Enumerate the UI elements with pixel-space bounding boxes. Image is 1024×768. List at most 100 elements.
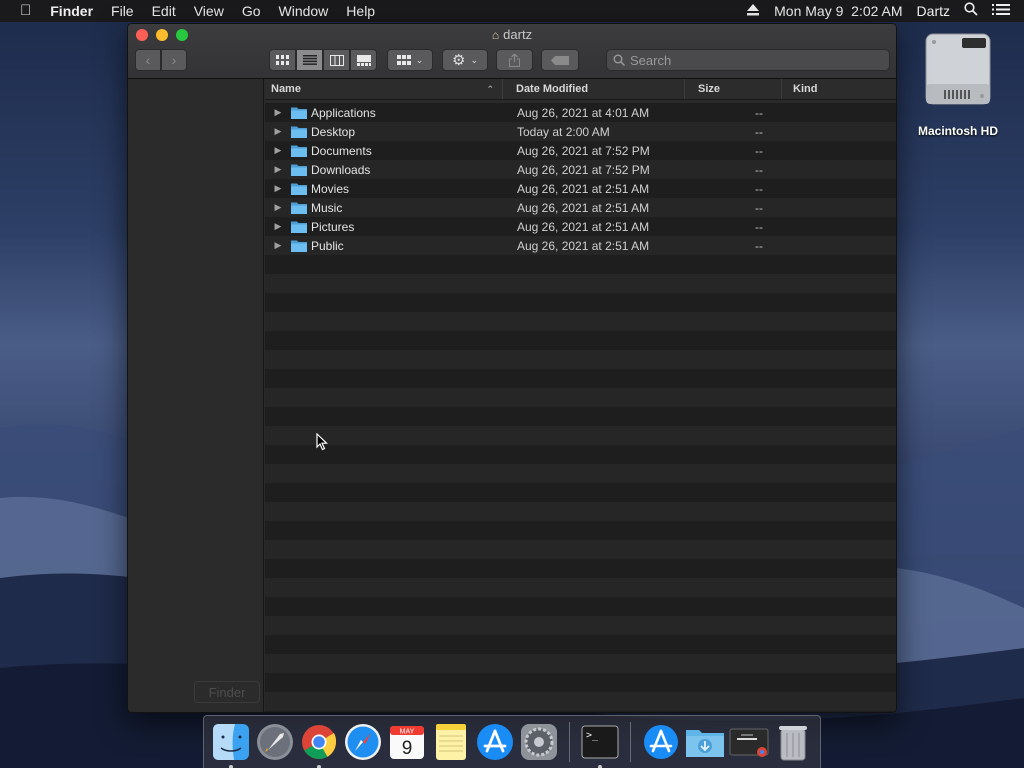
row-size: -- [755, 124, 763, 139]
search-field[interactable]: Search [606, 49, 890, 71]
row-name: Music [311, 200, 343, 215]
search-icon[interactable] [957, 0, 985, 22]
dock-chrome[interactable] [299, 722, 339, 768]
calendar-day: 9 [402, 738, 413, 759]
gallery-view-button[interactable] [350, 49, 377, 71]
table-row[interactable]: ▶ Public Aug 26, 2021 at 2:51 AM -- [265, 236, 896, 255]
menu-window[interactable]: Window [270, 0, 338, 22]
disclosure-triangle-icon[interactable]: ▶ [265, 107, 291, 118]
dock-chrome-window[interactable] [729, 722, 769, 762]
dock-safari[interactable] [343, 722, 383, 762]
table-row[interactable]: ▶ Music Aug 26, 2021 at 2:51 AM -- [265, 198, 896, 217]
row-name: Desktop [311, 124, 356, 139]
folder-icon [291, 221, 307, 233]
dock-app-store[interactable] [475, 722, 515, 762]
row-name: Downloads [311, 162, 371, 177]
row-size: -- [755, 105, 763, 120]
dock-system-preferences[interactable] [519, 722, 559, 762]
table-row[interactable]: ▶ Desktop Today at 2:00 AM -- [265, 122, 896, 141]
menu-view[interactable]: View [185, 0, 233, 22]
row-date-modified: Aug 26, 2021 at 2:51 AM [517, 219, 650, 234]
column-size[interactable]: Size [685, 79, 782, 99]
hard-drive-icon [922, 32, 994, 108]
tag-icon [551, 55, 569, 65]
menu-edit[interactable]: Edit [143, 0, 185, 22]
list-icon[interactable] [985, 0, 1024, 22]
dock-launchpad[interactable] [255, 722, 295, 762]
disclosure-triangle-icon[interactable]: ▶ [265, 202, 291, 213]
folder-icon [291, 202, 307, 214]
chevron-right-icon: › [171, 52, 177, 68]
calendar-icon: MAY 9 [390, 726, 424, 759]
window-titlebar[interactable]: ⌂ dartz ‹ › ⌄ ⚙ ⌄ Search [128, 24, 896, 79]
dock-downloads-folder[interactable] [685, 722, 725, 762]
row-date-modified: Aug 26, 2021 at 2:51 AM [517, 238, 650, 253]
finder-icon [213, 724, 249, 760]
dock-calendar[interactable]: MAY 9 [387, 722, 427, 762]
menu-bar:  Finder File Edit View Go Window Help M… [0, 0, 1024, 22]
grid-icon [396, 55, 411, 65]
gallery-icon [356, 54, 371, 66]
table-row[interactable]: ▶ Movies Aug 26, 2021 at 2:51 AM -- [265, 179, 896, 198]
disclosure-triangle-icon[interactable]: ▶ [265, 240, 291, 251]
row-name: Movies [311, 181, 350, 196]
column-date-modified[interactable]: Date Modified [503, 79, 685, 99]
folder-icon [291, 164, 307, 176]
action-menu-button[interactable]: ⚙ ⌄ [442, 49, 488, 71]
dock-trash[interactable] [773, 722, 813, 762]
eject-icon[interactable] [739, 0, 767, 22]
list-view-button[interactable] [296, 49, 323, 71]
chrome-window-icon [729, 728, 769, 757]
tags-button[interactable] [541, 49, 579, 71]
disclosure-triangle-icon[interactable]: ▶ [265, 126, 291, 137]
notes-icon [436, 724, 466, 760]
finder-window: ⌂ dartz ‹ › ⌄ ⚙ ⌄ Search Finder Name ⌃ D… [127, 23, 897, 713]
group-by-button[interactable]: ⌄ [387, 49, 433, 71]
disclosure-triangle-icon[interactable]: ▶ [265, 164, 291, 175]
search-icon [613, 54, 625, 66]
grid-icon [276, 55, 289, 65]
row-name: Applications [311, 105, 376, 120]
dock-terminal[interactable]: >_ [580, 722, 620, 768]
disclosure-triangle-icon[interactable]: ▶ [265, 183, 291, 194]
disclosure-triangle-icon[interactable]: ▶ [265, 221, 291, 232]
back-button[interactable]: ‹ [135, 49, 161, 71]
column-view-button[interactable] [323, 49, 350, 71]
share-button[interactable] [496, 49, 533, 71]
row-size: -- [755, 219, 763, 234]
row-date-modified: Aug 26, 2021 at 2:51 AM [517, 181, 650, 196]
table-row[interactable]: ▶ Downloads Aug 26, 2021 at 7:52 PM -- [265, 160, 896, 179]
column-name-label: Name [271, 83, 301, 95]
folder-icon [291, 126, 307, 138]
row-name: Pictures [311, 219, 355, 234]
home-folder-icon: ⌂ [491, 28, 500, 42]
dock-finder[interactable] [211, 722, 251, 768]
table-row[interactable]: ▶ Applications Aug 26, 2021 at 4:01 AM -- [265, 103, 896, 122]
view-mode-control [269, 49, 377, 71]
desktop-icon-macintosh-hd[interactable]: Macintosh HD [908, 32, 1008, 138]
menu-help[interactable]: Help [337, 0, 384, 22]
apple-logo-icon[interactable]:  [0, 0, 41, 22]
chrome-icon [302, 725, 337, 759]
dock-separator [569, 722, 570, 762]
table-row[interactable]: ▶ Pictures Aug 26, 2021 at 2:51 AM -- [265, 217, 896, 236]
menu-go[interactable]: Go [233, 0, 270, 22]
menu-app-finder[interactable]: Finder [41, 0, 102, 22]
calendar-month: MAY [400, 729, 415, 736]
folder-icon [291, 145, 307, 157]
sidebar: Finder [128, 79, 264, 712]
menu-file[interactable]: File [102, 0, 143, 22]
menu-clock[interactable]: Mon May 9 2:02 AM [767, 0, 909, 22]
column-kind[interactable]: Kind [782, 79, 896, 99]
back-forward-control: ‹ › [135, 49, 187, 71]
dock-app-store-downloads[interactable] [641, 722, 681, 762]
dock-notes[interactable] [431, 722, 471, 762]
file-list: Name ⌃ Date Modified Size Kind ▶ Applicati… [265, 79, 896, 712]
forward-button[interactable]: › [161, 49, 187, 71]
column-name[interactable]: Name ⌃ [265, 79, 503, 99]
icon-view-button[interactable] [269, 49, 296, 71]
disclosure-triangle-icon[interactable]: ▶ [265, 145, 291, 156]
menu-user[interactable]: Dartz [910, 0, 957, 22]
table-row[interactable]: ▶ Documents Aug 26, 2021 at 7:52 PM -- [265, 141, 896, 160]
app-store-icon [477, 724, 513, 760]
